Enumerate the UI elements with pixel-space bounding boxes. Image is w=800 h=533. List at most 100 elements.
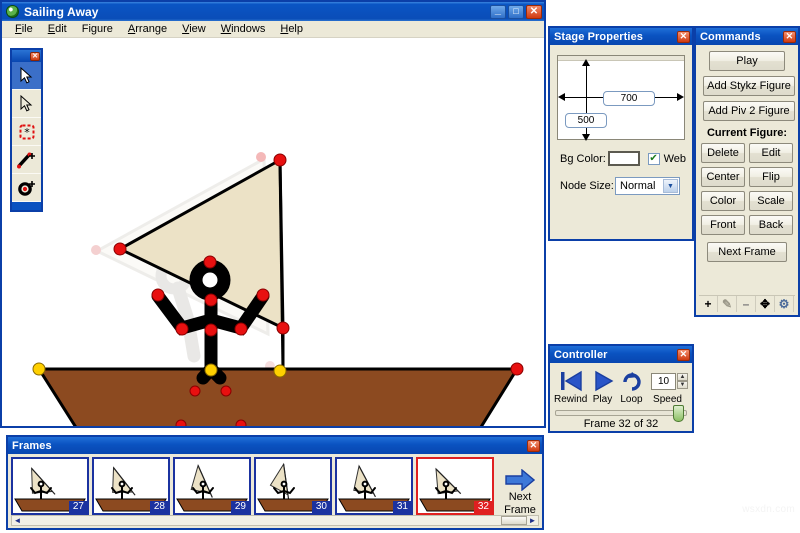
- web-label: Web: [663, 152, 686, 165]
- commands-body: Play Add Stykz Figure Add Piv 2 Figure: [696, 45, 798, 121]
- bg-color-label: Bg Color:: [560, 152, 606, 165]
- scroll-left-button[interactable]: ◄: [12, 516, 23, 525]
- commands-mini-toolbar: + ✎ – ✥ ⚙: [699, 295, 795, 312]
- rewind-button[interactable]: Rewind: [554, 368, 587, 405]
- ghost-node: [256, 152, 266, 162]
- select-arrow-icon: [20, 67, 33, 84]
- app-globe-icon: [6, 5, 19, 18]
- play-button[interactable]: Play: [709, 51, 785, 71]
- frame-thumbnail[interactable]: 31: [335, 457, 413, 515]
- menu-help[interactable]: Help: [273, 22, 310, 36]
- web-checkbox-group[interactable]: ✔ Web: [647, 152, 686, 165]
- frame-thumbnail[interactable]: 30: [254, 457, 332, 515]
- commands-title: Commands: [700, 30, 761, 43]
- maximize-icon: □: [513, 6, 519, 16]
- settings-gear-icon[interactable]: ⚙: [775, 296, 794, 312]
- chevron-down-icon[interactable]: ▼: [663, 179, 678, 193]
- frame-thumbnail[interactable]: 27: [11, 457, 89, 515]
- stage-preview-titlebar-strip: [558, 56, 684, 61]
- controller-close-button[interactable]: ✕: [677, 348, 690, 361]
- play-button[interactable]: Play: [589, 368, 616, 405]
- frames-titlebar: Frames ✕: [8, 437, 542, 454]
- tool-palette-titlebar: ✕: [12, 50, 41, 62]
- frame-slider-thumb[interactable]: [673, 405, 685, 422]
- frames-scrollbar[interactable]: ◄ ►: [11, 515, 539, 526]
- figure-root-node: [204, 363, 218, 377]
- web-checkbox[interactable]: ✔: [647, 152, 660, 165]
- minimize-button[interactable]: _: [490, 4, 506, 19]
- frame-number: 30: [311, 501, 330, 513]
- speed-down-button[interactable]: ▼: [677, 381, 688, 389]
- stage-height-field[interactable]: 500: [565, 113, 607, 128]
- next-frame-arrow-icon: [505, 468, 535, 491]
- speed-field-wrap: 10 ▲ ▼: [647, 368, 688, 394]
- stage-properties-close-button[interactable]: ✕: [677, 30, 690, 43]
- commands-close-button[interactable]: ✕: [783, 30, 796, 43]
- loop-button[interactable]: Loop: [618, 368, 645, 405]
- frame-thumbnail[interactable]: 32: [416, 457, 494, 515]
- boat-hull: [36, 367, 520, 426]
- edit-pencil-icon[interactable]: ✎: [718, 296, 737, 312]
- watermark: wsxdn.com: [742, 504, 795, 515]
- speed-up-button[interactable]: ▲: [677, 373, 688, 381]
- add-stykz-figure-button[interactable]: Add Stykz Figure: [703, 76, 795, 96]
- stage-canvas[interactable]: [2, 38, 544, 426]
- menu-figure[interactable]: Figure: [75, 22, 120, 36]
- frame-number: 32: [473, 501, 492, 513]
- menu-edit[interactable]: Edit: [41, 22, 74, 36]
- pointer-arrow-tool[interactable]: [12, 90, 41, 118]
- node-size-label: Node Size:: [560, 180, 614, 192]
- frame-slider[interactable]: [555, 405, 687, 422]
- front-button[interactable]: Front: [701, 215, 745, 235]
- delete-button[interactable]: Delete: [701, 143, 745, 163]
- maximize-button[interactable]: □: [508, 4, 524, 19]
- current-figure-label: Current Figure:: [706, 127, 788, 139]
- stage-dimension-preview: 700 500: [557, 55, 685, 141]
- speed-input[interactable]: 10: [651, 372, 676, 390]
- stage-width-field[interactable]: 700: [603, 91, 655, 106]
- select-arrow-tool[interactable]: [12, 62, 41, 90]
- commands-titlebar: Commands ✕: [696, 28, 798, 45]
- window-title: Sailing Away: [24, 4, 99, 19]
- add-node-icon: [18, 180, 35, 196]
- remove-icon[interactable]: –: [737, 296, 756, 312]
- tool-palette-close-button[interactable]: ✕: [30, 51, 40, 61]
- menu-windows[interactable]: Windows: [214, 22, 273, 36]
- menu-file[interactable]: File: [8, 22, 40, 36]
- frames-close-button[interactable]: ✕: [527, 439, 540, 452]
- bg-color-swatch[interactable]: [607, 151, 640, 166]
- node-size-select[interactable]: Normal ▼: [615, 177, 680, 195]
- menu-view[interactable]: View: [175, 22, 213, 36]
- stage-properties-titlebar: Stage Properties ✕: [550, 28, 692, 45]
- add-node-tool[interactable]: [12, 174, 41, 202]
- frame-status-label: Frame 32 of 32: [583, 418, 659, 430]
- figure-button-grid: Delete Edit Center Flip Color Scale Fron…: [696, 143, 798, 235]
- next-frame-button[interactable]: Next Frame: [707, 242, 787, 262]
- frame-number: 28: [149, 501, 168, 513]
- frame-thumbnail[interactable]: 29: [173, 457, 251, 515]
- frames-scroll-thumb[interactable]: [501, 516, 527, 525]
- frame-number: 29: [230, 501, 249, 513]
- scale-button[interactable]: Scale: [749, 191, 793, 211]
- frame-thumbnail[interactable]: 28: [92, 457, 170, 515]
- move-icon[interactable]: ✥: [756, 296, 775, 312]
- hull-root-node: [32, 362, 46, 376]
- back-button[interactable]: Back: [749, 215, 793, 235]
- menu-arrange[interactable]: Arrange: [121, 22, 174, 36]
- add-icon[interactable]: +: [699, 296, 718, 312]
- play-label: Play: [592, 394, 613, 405]
- color-button[interactable]: Color: [701, 191, 745, 211]
- stage-drawing: [32, 152, 524, 426]
- main-titlebar: Sailing Away _ □ ✕: [2, 2, 544, 21]
- edit-button[interactable]: Edit: [749, 143, 793, 163]
- add-segment-tool[interactable]: [12, 146, 41, 174]
- close-icon: ✕: [529, 5, 539, 17]
- frames-panel: Frames ✕ 27 28 29 30 31 32 Next Frame ◄ ►: [6, 435, 544, 530]
- close-button[interactable]: ✕: [526, 4, 542, 19]
- loop-label: Loop: [620, 394, 643, 405]
- flip-button[interactable]: Flip: [749, 167, 793, 187]
- add-piv2-figure-button[interactable]: Add Piv 2 Figure: [703, 101, 795, 121]
- scroll-right-button[interactable]: ►: [527, 516, 538, 525]
- node-select-tool[interactable]: *: [12, 118, 41, 146]
- center-button[interactable]: Center: [701, 167, 745, 187]
